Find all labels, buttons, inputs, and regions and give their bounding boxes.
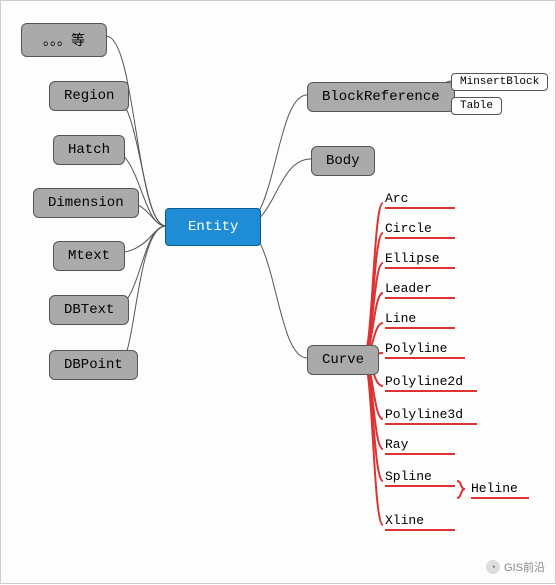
node-label: Mtext — [68, 248, 110, 264]
leaf-polyline3d: Polyline3d — [385, 407, 463, 422]
watermark: ◔ GIS前沿 — [486, 559, 545, 575]
leaf-label: Ray — [385, 437, 408, 452]
node-table: Table — [451, 97, 502, 115]
node-label: Table — [460, 100, 493, 112]
leaf-heline: Heline — [471, 481, 518, 496]
node-dbtext: DBText — [49, 295, 129, 325]
leaf-label: Ellipse — [385, 251, 440, 266]
leaf-label: Leader — [385, 281, 432, 296]
node-hatch: Hatch — [53, 135, 125, 165]
leaf-ray: Ray — [385, 437, 408, 452]
root-label: Entity — [188, 219, 238, 235]
node-label: Hatch — [68, 142, 110, 158]
leaf-ellipse: Ellipse — [385, 251, 440, 266]
node-mtext: Mtext — [53, 241, 125, 271]
leaf-label: Circle — [385, 221, 432, 236]
leaf-label: Polyline — [385, 341, 447, 356]
node-label: DBText — [64, 302, 114, 318]
node-body: Body — [311, 146, 375, 176]
leaf-label: Spline — [385, 469, 432, 484]
leaf-label: Xline — [385, 513, 424, 528]
leaf-polyline2d: Polyline2d — [385, 374, 463, 389]
root-entity: Entity — [165, 208, 261, 246]
leaf-label: Polyline3d — [385, 407, 463, 422]
node-dimension: Dimension — [33, 188, 139, 218]
leaf-xline: Xline — [385, 513, 424, 528]
node-label: Curve — [322, 352, 364, 368]
node-label: Dimension — [48, 195, 124, 211]
wechat-icon: ◔ — [486, 560, 500, 574]
leaf-label: Arc — [385, 191, 408, 206]
node-blockreference: BlockReference — [307, 82, 455, 112]
leaf-polyline: Polyline — [385, 341, 447, 356]
node-minsert: MinsertBlock — [451, 73, 548, 91]
node-region: Region — [49, 81, 129, 111]
node-label: BlockReference — [322, 89, 440, 105]
node-label: Region — [64, 88, 114, 104]
node-label: 。。。等 — [43, 34, 85, 50]
leaf-arc: Arc — [385, 191, 408, 206]
leaf-leader: Leader — [385, 281, 432, 296]
node-label: MinsertBlock — [460, 76, 539, 88]
leaf-spline: Spline — [385, 469, 432, 484]
node-dbpoint: DBPoint — [49, 350, 138, 380]
node-label: DBPoint — [64, 357, 123, 373]
leaf-label: Polyline2d — [385, 374, 463, 389]
node-etc: 。。。等 — [21, 23, 107, 57]
node-curve: Curve — [307, 345, 379, 375]
node-label: Body — [326, 153, 360, 169]
leaf-circle: Circle — [385, 221, 432, 236]
leaf-line: Line — [385, 311, 416, 326]
leaf-label: Heline — [471, 481, 518, 496]
watermark-text: GIS前沿 — [504, 559, 545, 575]
leaf-label: Line — [385, 311, 416, 326]
